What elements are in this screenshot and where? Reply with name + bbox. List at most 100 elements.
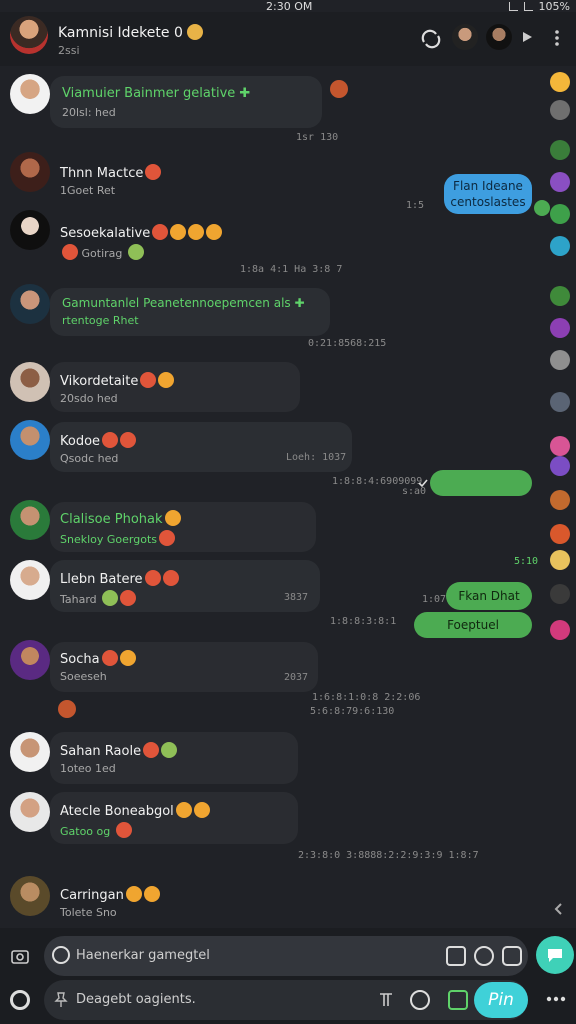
message-preview: Snekloy Goergots (60, 530, 175, 546)
emoji-icon (144, 570, 161, 586)
avatar[interactable] (10, 500, 50, 540)
emoji-icon (120, 590, 137, 606)
signal-icon (508, 2, 518, 11)
emoji-icon (206, 224, 223, 240)
rail-item-15[interactable] (550, 550, 570, 570)
avatar[interactable] (10, 732, 50, 772)
avatar[interactable] (10, 640, 50, 680)
sender-name: Kodoe (60, 432, 137, 449)
contact-avatar-1[interactable] (452, 24, 478, 50)
rail-item-14[interactable] (550, 524, 570, 544)
message-preview: 1Goet Ret (60, 184, 116, 197)
rail-item-10[interactable] (550, 392, 570, 412)
rail-item-8[interactable] (550, 318, 570, 338)
avatar[interactable] (10, 74, 50, 114)
attach-icon[interactable] (502, 946, 522, 966)
rail-item-4[interactable] (550, 172, 570, 192)
message-input-text: Haenerkar gamegtel (76, 948, 210, 963)
rail-item-13[interactable] (550, 490, 570, 510)
rail-item-1[interactable] (550, 72, 570, 92)
gallery-icon[interactable] (448, 990, 468, 1010)
record-icon[interactable] (10, 990, 30, 1010)
emoji-icon (62, 244, 78, 260)
secondary-input[interactable]: Deagebt oagients. (44, 980, 528, 1020)
timestamp: 5:10 (514, 556, 539, 567)
emoji-icon (170, 224, 187, 240)
refresh-icon[interactable] (418, 26, 444, 52)
play-icon[interactable] (520, 30, 534, 44)
camera-icon[interactable] (10, 946, 30, 966)
header-subtitle: 2ssi (58, 44, 80, 57)
reaction-icon[interactable] (330, 80, 348, 98)
sender-name: Sesoekalative (60, 224, 223, 241)
message-bubble[interactable] (50, 76, 322, 128)
timestamp: 5:6:8:79:6:130 (310, 706, 395, 717)
rail-item-7[interactable] (550, 286, 570, 306)
message-preview: 20sdo hed (60, 392, 118, 405)
emoji-picker-icon[interactable] (52, 946, 70, 964)
message-preview: rtentoge Rhet (62, 314, 139, 327)
rail-item-2[interactable] (550, 100, 570, 120)
emoji-icon (145, 164, 162, 180)
emoji-icon[interactable] (410, 990, 430, 1010)
emoji-icon (101, 650, 118, 666)
message-input[interactable]: Haenerkar gamegtel (44, 936, 528, 976)
emoji-icon (152, 224, 169, 240)
sender-name: Clalisoe Phohak (60, 510, 181, 527)
emoji-icon (164, 510, 181, 526)
chevron-left-icon[interactable] (552, 902, 566, 916)
rail-item-16[interactable] (550, 584, 570, 604)
outgoing-message[interactable] (430, 470, 532, 496)
emoji-icon (143, 886, 160, 902)
emoji-icon (125, 886, 142, 902)
outgoing-message[interactable]: Fkan Dhat (446, 582, 532, 610)
reaction-icon[interactable] (534, 200, 550, 216)
avatar[interactable] (10, 876, 50, 916)
emoji-icon (186, 24, 203, 40)
header-title[interactable]: Kamnisi Idekete 0 (58, 24, 203, 41)
sender-name: Socha (60, 650, 136, 667)
rail-item-9[interactable] (550, 350, 570, 370)
gif-icon[interactable] (474, 946, 494, 966)
more-horizontal-icon[interactable] (546, 996, 566, 1002)
sender-name: Sahan Raole (60, 742, 178, 759)
avatar[interactable] (10, 560, 50, 600)
avatar[interactable] (10, 792, 50, 832)
composer: Haenerkar gamegtel Deagebt oagients. Pin (0, 928, 576, 1024)
sender-name: Atecle Boneabgol (60, 802, 210, 819)
sender-name: Viamuier Bainmer gelative ✚ (62, 86, 251, 101)
emoji-icon (175, 802, 192, 818)
avatar[interactable] (10, 210, 50, 250)
chat-screen: 2:30 OM 105% Kamnisi Idekete 0 2ssi Viam… (0, 0, 576, 1024)
plus-icon: ✚ (294, 296, 305, 310)
avatar[interactable] (10, 284, 50, 324)
reaction-icon[interactable] (58, 700, 76, 718)
text-format-icon[interactable] (378, 992, 394, 1008)
pin-button[interactable]: Pin (474, 982, 528, 1018)
send-button[interactable] (536, 936, 574, 974)
header-avatar[interactable] (10, 16, 48, 54)
avatar[interactable] (10, 152, 50, 192)
header-title-text: Kamnisi Idekete 0 (58, 25, 183, 41)
avatar[interactable] (10, 362, 50, 402)
message-preview: Qsodc hed (60, 452, 119, 465)
sender-name: Carringan (60, 886, 160, 903)
rail-item-6[interactable] (550, 236, 570, 256)
rail-item-17[interactable] (550, 620, 570, 640)
rail-item-3[interactable] (550, 140, 570, 160)
sticker-icon[interactable] (446, 946, 466, 966)
outgoing-message[interactable]: Foeptuel (414, 612, 532, 638)
rail-item-5[interactable] (550, 204, 570, 224)
outgoing-message[interactable]: Flan Ideane centoslastes (444, 174, 532, 214)
message-preview: 1oteo 1ed (60, 762, 116, 775)
more-vertical-icon[interactable] (550, 30, 564, 46)
avatar[interactable] (10, 420, 50, 460)
rail-item-12[interactable] (550, 456, 570, 476)
message-time: Loeh: 1037 (286, 452, 347, 463)
timestamp: 1:8:8:3:8:1 (330, 616, 397, 627)
emoji-icon (102, 432, 119, 448)
contact-avatar-2[interactable] (486, 24, 512, 50)
rail-item-11[interactable] (550, 436, 570, 456)
message-preview: 20lsl: hed (62, 106, 116, 119)
emoji-icon (143, 742, 160, 758)
